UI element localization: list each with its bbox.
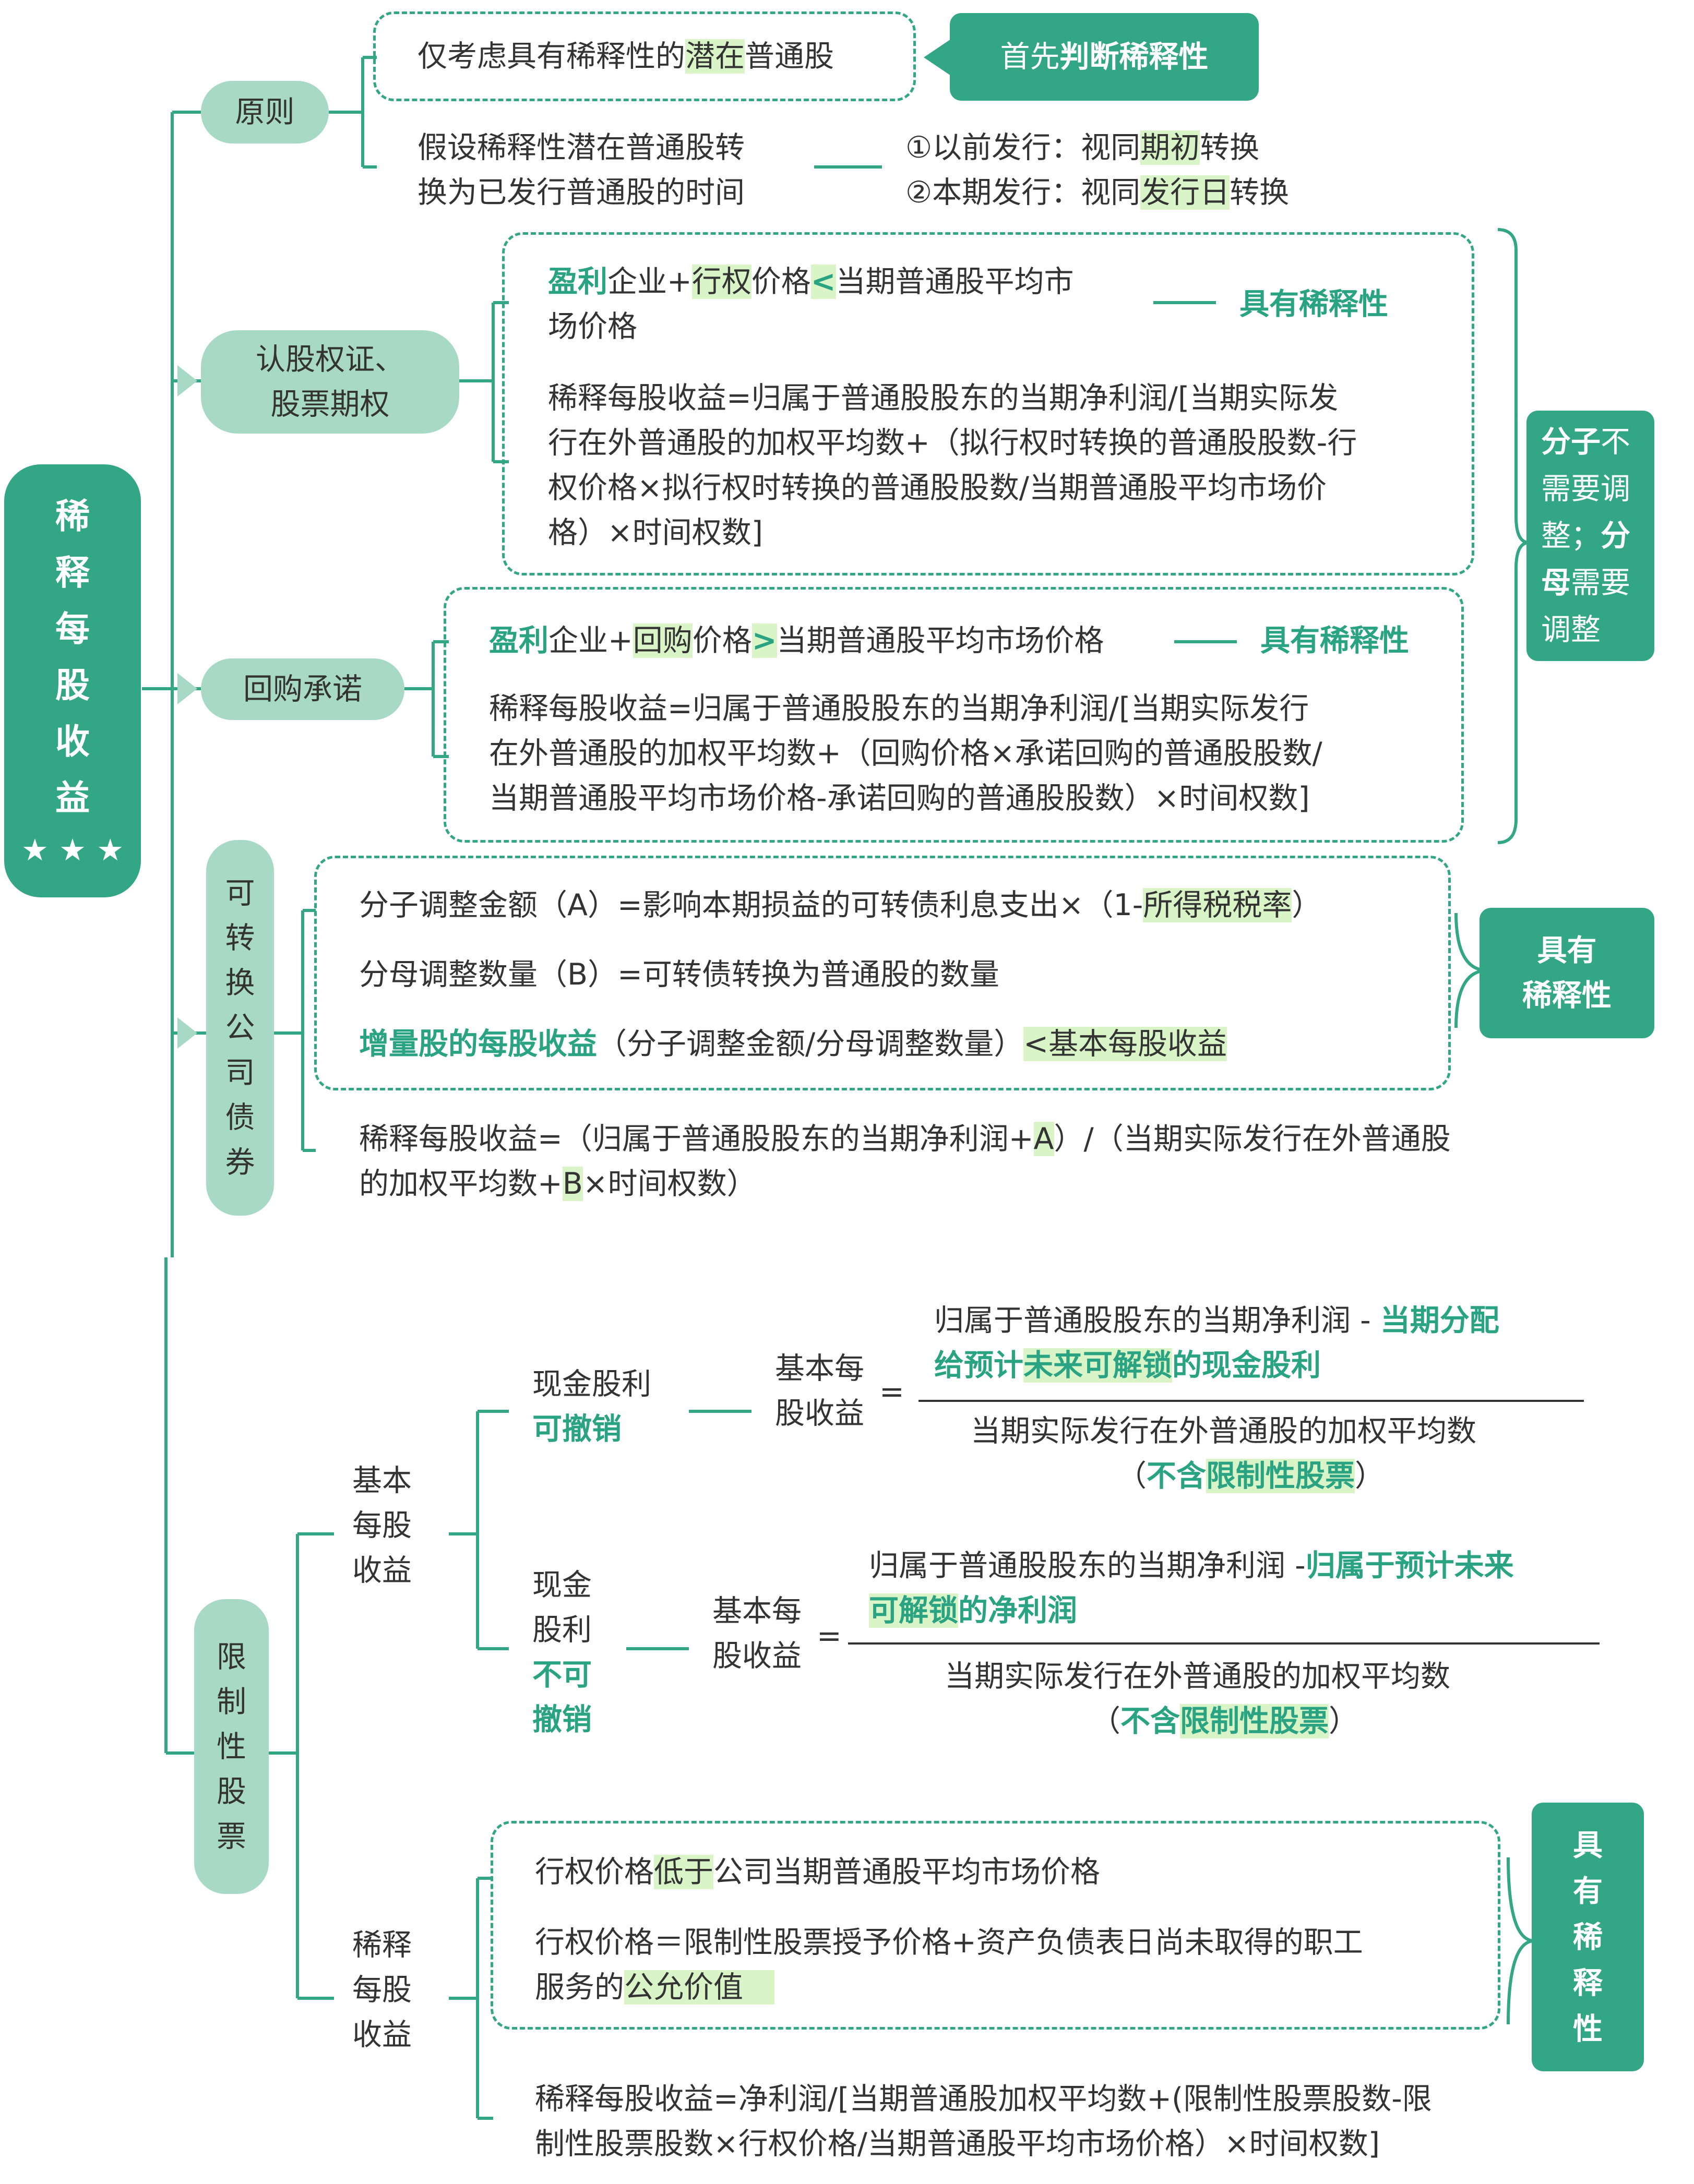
root-title-char: 每 [55, 609, 90, 649]
fraction-bar [848, 1642, 1600, 1645]
warrants-condition: 盈利企业+行权价格<当期普通股平均市 场价格 [548, 265, 1074, 344]
star-rating: ★ ★ ★ [21, 832, 124, 868]
root-title-char: 释 [55, 553, 90, 593]
revocable-numerator: 归属于普通股股东的当期净利润 - 当期分配 给预计未来可解锁的现金股利 [934, 1303, 1499, 1383]
principle-label: 原则 [235, 95, 295, 129]
irrevocable-label: 现金 股利 不可 撤销 [532, 1568, 592, 1737]
irrevocable-numerator: 归属于普通股股东的当期净利润 -归属于预计未来 可解锁的净利润 [869, 1549, 1514, 1628]
restricted-result: 具 有 稀 释 性 [1532, 1803, 1644, 2071]
principle-item-1: 仅考虑具有稀释性的潜在普通股 [417, 39, 834, 74]
root-title-char: 股 [55, 665, 90, 705]
equals-sign: = [879, 1375, 904, 1409]
principle-item-2: 假设稀释性潜在普通股转 换为已发行普通股的时间 [417, 130, 745, 210]
warrants-formula: 稀释每股收益=归属于普通股股东的当期净利润/[当期实际发 行在外普通股的加权平均… [548, 381, 1357, 550]
buyback-condition: 盈利企业+回购价格>当期普通股平均市场价格 [489, 623, 1104, 658]
highlight: 潜在 [685, 39, 745, 74]
root-title-char: 益 [55, 778, 90, 818]
irrevocable-eps-label: 基本每 股收益 [712, 1594, 802, 1673]
note-pointer [924, 39, 951, 76]
warrants-node: 认股权证、 股票期权 [201, 330, 459, 434]
buyback-result: 具有稀释性 [1260, 623, 1409, 658]
root-title-char: 收 [55, 722, 90, 762]
principle-note: 首先判断稀释性 [950, 13, 1259, 101]
basic-eps-label: 基本 每股 收益 [352, 1463, 412, 1588]
principle-node: 原则 [201, 81, 329, 143]
convertible-numerator-adj: 分子调整金额（A）=影响本期损益的可转债利息支出×（1-所得税税率） [359, 888, 1322, 922]
buyback-formula: 稀释每股收益=归属于普通股股东的当期净利润/[当期实际发行 在外普通股的加权平均… [489, 691, 1322, 815]
restricted-node: 限 制 性 股 票 [194, 1599, 269, 1894]
diluted-eps-label: 稀释 每股 收益 [352, 1928, 412, 2052]
revocable-label: 现金股利 可撤销 [532, 1367, 651, 1446]
root-title-char: 稀 [55, 496, 90, 536]
convertible-result: 具有 稀释性 [1480, 908, 1654, 1038]
diluted-condition-2: 行权价格＝限制性股票授予价格+资产负债表日尚未取得的职工 服务的公允价值 [535, 1925, 1363, 2005]
fraction-bar [918, 1400, 1584, 1402]
revocable-denominator: 当期实际发行在外普通股的加权平均数 （不含限制性股票） [971, 1414, 1476, 1493]
convertible-denominator-adj: 分母调整数量（B）=可转债转换为普通股的数量 [359, 957, 999, 992]
convertible-node: 可 转 换 公 司 债 券 [206, 840, 274, 1216]
principle-rules: ①以前发行：视同期初转换 ②本期发行：视同发行日转换 [905, 130, 1290, 210]
convertible-formula: 稀释每股收益=（归属于普通股股东的当期净利润+A）/（当期实际发行在外普通股 的… [359, 1122, 1451, 1201]
equals-sign: = [817, 1619, 842, 1653]
restricted-diluted-formula: 稀释每股收益=净利润/[当期普通股加权平均数+(限制性股票股数-限 制性股票股数… [535, 2082, 1432, 2161]
root-node: 稀 释 每 股 收 益 ★ ★ ★ [4, 464, 141, 897]
warrants-result: 具有稀释性 [1239, 287, 1388, 321]
buyback-node: 回购承诺 [201, 658, 404, 720]
revocable-eps-label: 基本每 股收益 [775, 1351, 864, 1431]
diluted-condition-1: 行权价格低于公司当期普通股平均市场价格 [535, 1855, 1100, 1889]
side-note: 分子不 需要调 整；分 母需要 调整 [1526, 411, 1654, 661]
irrevocable-denominator: 当期实际发行在外普通股的加权平均数 （不含限制性股票） [945, 1659, 1450, 1738]
convertible-incremental-eps: 增量股的每股收益（分子调整金额/分母调整数量）<基本每股收益 [359, 1027, 1227, 1061]
